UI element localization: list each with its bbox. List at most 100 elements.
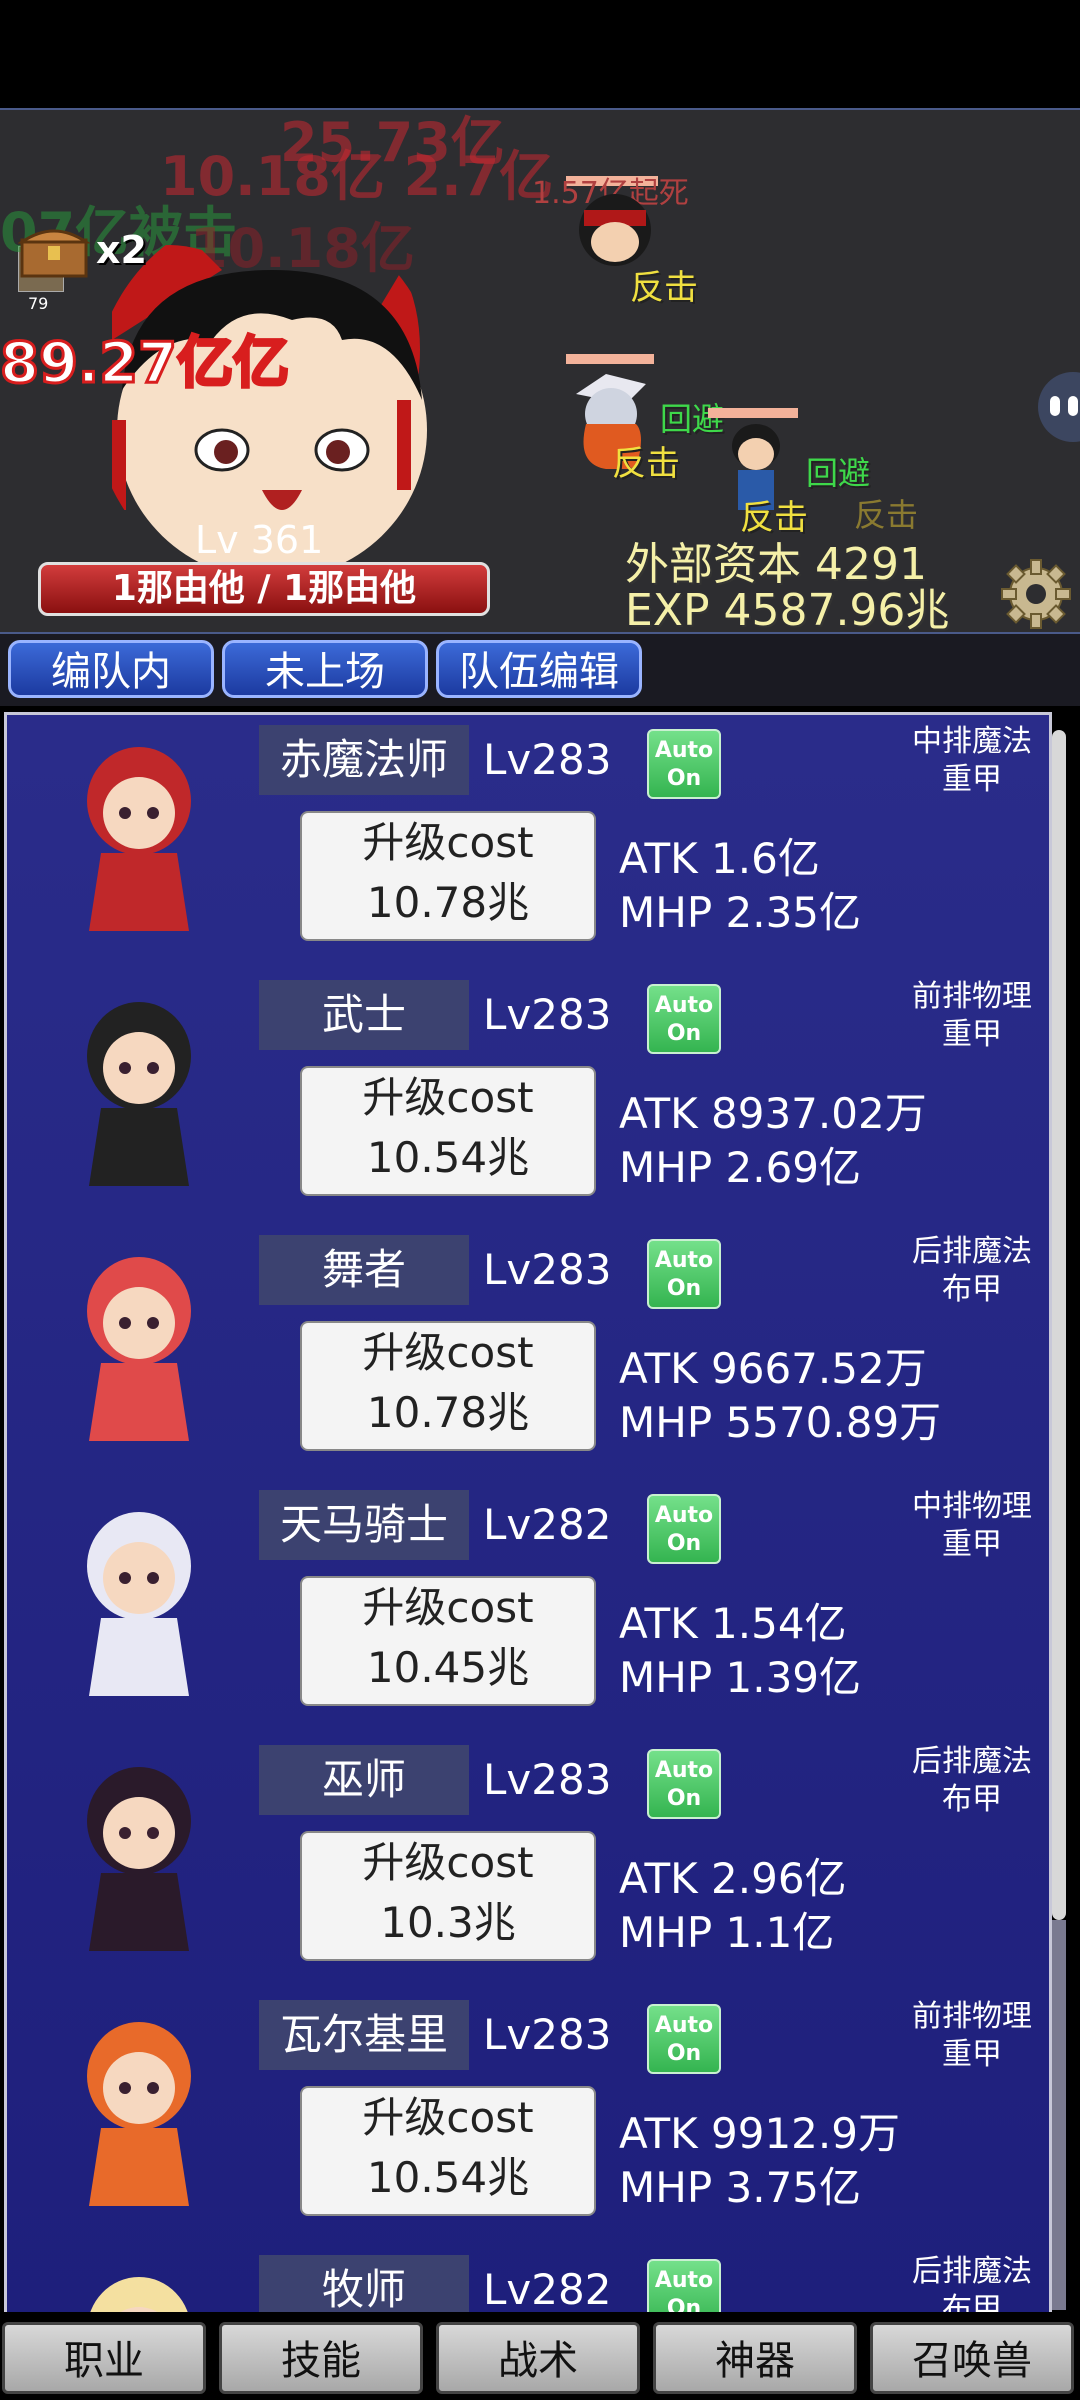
unit-level: Lv282: [483, 2265, 612, 2312]
unit-portrait[interactable]: [39, 1996, 239, 2216]
unit-name: 武士: [259, 980, 469, 1050]
unit-role: 后排魔法 布甲: [897, 1743, 1047, 1819]
unit-level: Lv283: [483, 2010, 612, 2059]
unit-mhp: MHP 2.69亿: [619, 1143, 862, 1192]
auto-toggle[interactable]: Auto On: [647, 729, 721, 799]
upgrade-button[interactable]: 升级cost 10.78兆: [300, 1321, 596, 1451]
upgrade-button[interactable]: 升级cost 10.54兆: [300, 2086, 596, 2216]
unit-atk: ATK 2.96亿: [619, 1854, 847, 1903]
upgrade-label: 升级cost: [362, 1328, 534, 1377]
unit-armor: 布甲: [942, 1272, 1002, 1307]
gear-icon[interactable]: [1000, 558, 1072, 630]
upgrade-button[interactable]: 升级cost 10.3兆: [300, 1831, 596, 1961]
unit-portrait[interactable]: [39, 1486, 239, 1706]
dot-icon: [1050, 396, 1060, 416]
unit-mhp: MHP 3.75亿: [619, 2163, 862, 2212]
scrollbar-track[interactable]: [1052, 1920, 1066, 2310]
auto-label: Auto: [654, 738, 714, 763]
treasure-chest-icon[interactable]: [18, 220, 90, 280]
auto-label: Auto: [654, 1248, 714, 1273]
unit-armor: 重甲: [942, 762, 1002, 797]
upgrade-button[interactable]: 升级cost 10.78兆: [300, 811, 596, 941]
upgrade-label: 升级cost: [362, 1838, 534, 1887]
unit-level: Lv283: [483, 735, 612, 784]
player-level: 79: [28, 294, 49, 313]
auto-state: On: [666, 1276, 702, 1301]
nav-summon[interactable]: 召唤兽: [870, 2322, 1074, 2394]
upgrade-cost: 10.54兆: [366, 2153, 530, 2202]
auto-label: Auto: [654, 2268, 714, 2293]
nav-skill[interactable]: 技能: [219, 2322, 423, 2394]
unit-row: 巫师 Lv283 Auto On 后排魔法 布甲 升级cost 10.3兆 AT…: [7, 1735, 1049, 1990]
bottom-nav: 职业 技能 战术 神器 召唤兽: [0, 2318, 1080, 2400]
unit-row: 舞者 Lv283 Auto On 后排魔法 布甲 升级cost 10.78兆 A…: [7, 1225, 1049, 1480]
unit-row: 天马骑士 Lv282 Auto On 中排物理 重甲 升级cost 10.45兆…: [7, 1480, 1049, 1735]
unit-row: 武士 Lv283 Auto On 前排物理 重甲 升级cost 10.54兆 A…: [7, 970, 1049, 1225]
auto-toggle[interactable]: Auto On: [647, 1749, 721, 1819]
unit-mhp: MHP 2.35亿: [619, 888, 862, 937]
unit-portrait[interactable]: [39, 1741, 239, 1961]
unit-atk: ATK 1.6亿: [619, 834, 820, 883]
upgrade-button[interactable]: 升级cost 10.45兆: [300, 1576, 596, 1706]
unit-name: 天马骑士: [259, 1490, 469, 1560]
unit-armor: 布甲: [942, 1782, 1002, 1817]
unit-portrait[interactable]: [39, 976, 239, 1196]
unit-position: 后排魔法: [912, 2254, 1032, 2289]
auto-toggle[interactable]: Auto On: [647, 2259, 721, 2312]
auto-state: On: [666, 2296, 702, 2312]
unit-armor: 布甲: [942, 2292, 1002, 2312]
auto-state: On: [666, 1021, 702, 1046]
exp-total: EXP 4587.96兆: [625, 585, 950, 634]
unit-portrait[interactable]: [39, 721, 239, 941]
unit-role: 后排魔法 布甲: [897, 1233, 1047, 1309]
unit-mhp: MHP 5570.89万: [619, 1398, 942, 1447]
unit-list: 赤魔法师 Lv283 Auto On 中排魔法 重甲 升级cost 10.78兆…: [4, 712, 1052, 2312]
scrollbar-thumb[interactable]: [1052, 730, 1066, 1920]
damage-number: 10.18亿 2.7亿: [160, 145, 554, 208]
auto-toggle[interactable]: Auto On: [647, 1494, 721, 1564]
auto-state: On: [666, 766, 702, 791]
auto-toggle[interactable]: Auto On: [647, 1239, 721, 1309]
unit-row: 瓦尔基里 Lv283 Auto On 前排物理 重甲 升级cost 10.54兆…: [7, 1990, 1049, 2245]
unit-level: Lv283: [483, 1755, 612, 1804]
unit-level: Lv283: [483, 1245, 612, 1294]
side-menu-button[interactable]: [1038, 372, 1080, 442]
unit-row: 牧师 Lv282 Auto On 后排魔法 布甲: [7, 2245, 1049, 2312]
nav-tactics[interactable]: 战术: [436, 2322, 640, 2394]
unit-role: 中排物理 重甲: [897, 1488, 1047, 1564]
unit-mhp: MHP 1.1亿: [619, 1908, 835, 1957]
auto-toggle[interactable]: Auto On: [647, 2004, 721, 2074]
nav-job[interactable]: 职业: [2, 2322, 206, 2394]
boss-hp-bar: 1那由他 / 1那由他: [38, 562, 490, 616]
battle-log-counter: 反击: [630, 268, 698, 308]
party-tabs: 编队内 未上场 队伍编辑: [0, 634, 1080, 706]
upgrade-cost: 10.78兆: [366, 1388, 530, 1437]
unit-position: 中排魔法: [912, 724, 1032, 759]
unit-name: 牧师: [259, 2255, 469, 2312]
unit-position: 后排魔法: [912, 1234, 1032, 1269]
nav-artifact[interactable]: 神器: [653, 2322, 857, 2394]
unit-role: 前排物理 重甲: [897, 978, 1047, 1054]
upgrade-button[interactable]: 升级cost 10.54兆: [300, 1066, 596, 1196]
auto-label: Auto: [654, 993, 714, 1018]
tab-in-party[interactable]: 编队内: [8, 640, 214, 698]
tab-team-edit[interactable]: 队伍编辑: [436, 640, 642, 698]
battle-area: 79 25.73亿 10.18亿 2.7亿 07亿被击 10.18亿 89.27…: [0, 108, 1080, 634]
auto-label: Auto: [654, 1503, 714, 1528]
tab-benched[interactable]: 未上场: [222, 640, 428, 698]
unit-atk: ATK 9912.9万: [619, 2109, 900, 2158]
unit-level: Lv283: [483, 990, 612, 1039]
unit-atk: ATK 1.54亿: [619, 1599, 847, 1648]
damage-number: 89.27亿亿: [0, 331, 291, 396]
chest-count: x2: [96, 228, 147, 272]
unit-portrait[interactable]: [39, 2251, 239, 2312]
auto-label: Auto: [654, 2013, 714, 2038]
upgrade-label: 升级cost: [362, 1583, 534, 1632]
upgrade-cost: 10.54兆: [366, 1133, 530, 1182]
unit-portrait[interactable]: [39, 1231, 239, 1451]
upgrade-label: 升级cost: [362, 2093, 534, 2142]
auto-toggle[interactable]: Auto On: [647, 984, 721, 1054]
unit-name: 瓦尔基里: [259, 2000, 469, 2070]
unit-position: 前排物理: [912, 979, 1032, 1014]
unit-position: 前排物理: [912, 1999, 1032, 2034]
